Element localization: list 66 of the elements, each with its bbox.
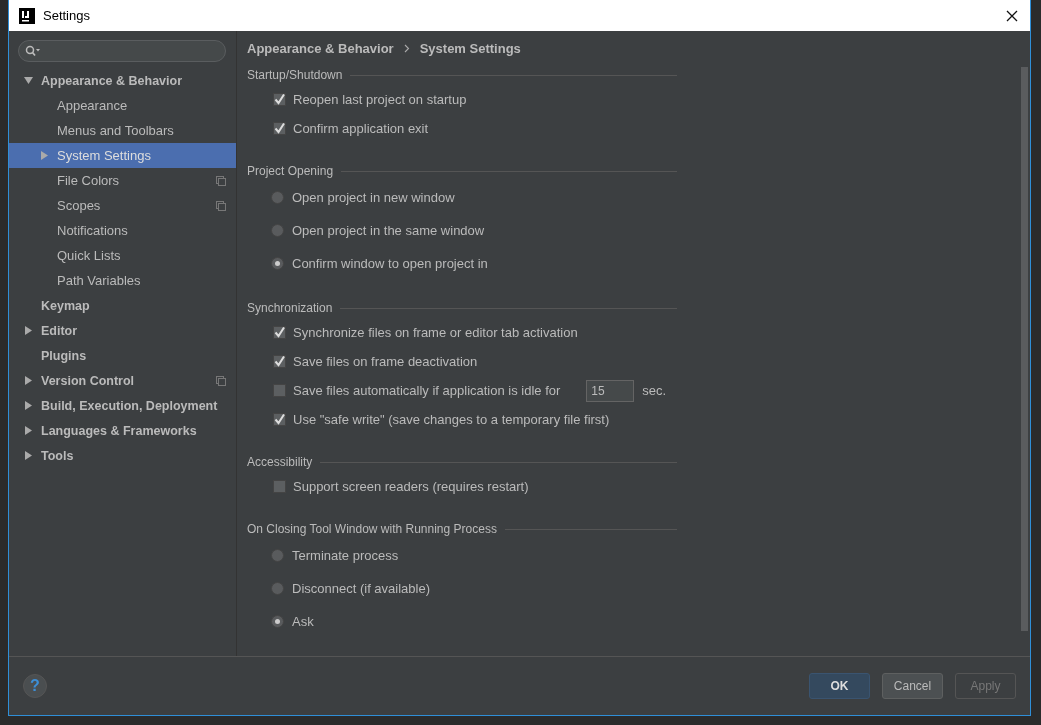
collapsed-arrow-icon[interactable] [24, 401, 33, 410]
tree-item[interactable]: Editor [9, 318, 236, 343]
search-field[interactable] [18, 40, 226, 62]
checkbox-label[interactable]: Support screen readers (requires restart) [293, 479, 529, 494]
section-title: On Closing Tool Window with Running Process [247, 522, 497, 536]
tree-item[interactable]: File Colors [9, 168, 236, 193]
tree-item[interactable]: Notifications [9, 218, 236, 243]
checkbox[interactable] [273, 122, 286, 135]
collapsed-arrow-icon[interactable] [24, 451, 33, 460]
checkbox[interactable] [273, 93, 286, 106]
checkbox-label[interactable]: Save files on frame deactivation [293, 354, 478, 369]
tree-item[interactable]: Quick Lists [9, 243, 236, 268]
radio-button[interactable] [271, 224, 284, 237]
collapsed-arrow-icon[interactable] [24, 376, 33, 385]
checkbox-label[interactable]: Use "safe write" (save changes to a temporary file first) [293, 412, 610, 427]
dialog-button[interactable]: Cancel [882, 673, 943, 699]
collapsed-arrow-icon[interactable] [24, 326, 33, 335]
tree-item[interactable]: Keymap [9, 293, 236, 318]
breadcrumb-item: Appearance & Behavior [247, 40, 394, 56]
seconds-input-field[interactable]: 15 [586, 379, 635, 402]
checkbox-label[interactable]: Confirm application exit [293, 121, 429, 136]
window-title: Settings [43, 8, 90, 23]
scrollbar[interactable] [1021, 67, 1028, 631]
tree-item[interactable]: System Settings [9, 143, 236, 168]
tree-item[interactable]: Version Control [9, 368, 236, 393]
section-title: Startup/Shutdown [247, 68, 343, 82]
radio-label[interactable]: Open project in new window [292, 190, 455, 205]
checkbox-label[interactable]: Save files automatically if application is idle for [293, 383, 561, 398]
expanded-arrow-icon[interactable] [24, 76, 33, 85]
tree-item[interactable]: Build, Execution, Deployment [9, 393, 236, 418]
section-title: Synchronization [247, 301, 333, 315]
search-icon [25, 45, 41, 57]
checkbox-label[interactable]: Synchronize files on frame or editor tab activation [293, 325, 578, 340]
tree-item[interactable]: Languages & Frameworks [9, 418, 236, 443]
close-icon[interactable] [1006, 9, 1018, 22]
tree-item[interactable]: Appearance [9, 93, 236, 118]
collapsed-arrow-icon[interactable] [24, 426, 33, 435]
ok-button[interactable]: OK [809, 673, 870, 699]
radio-label[interactable]: Open project in the same window [292, 223, 485, 238]
tree-item[interactable]: Scopes [9, 193, 236, 218]
radio-label[interactable]: Ask [292, 614, 314, 629]
unit-label: sec. [642, 383, 667, 398]
radio-label[interactable]: Terminate process [292, 548, 399, 563]
app-logo-icon [19, 7, 35, 24]
breadcrumb-item: System Settings [419, 40, 521, 56]
section-title: Accessibility [247, 455, 313, 469]
radio-button[interactable] [271, 191, 284, 204]
radio-label[interactable]: Disconnect (if available) [292, 581, 430, 596]
radio-label[interactable]: Confirm window to open project in [292, 256, 488, 271]
radio-button[interactable] [271, 257, 284, 270]
checkbox[interactable] [273, 413, 286, 426]
radio-button[interactable] [271, 549, 284, 562]
checkbox[interactable] [273, 355, 286, 368]
tree-item[interactable]: Menus and Toolbars [9, 118, 236, 143]
checkbox-label[interactable]: Reopen last project on startup [293, 92, 467, 107]
radio-button[interactable] [271, 615, 284, 628]
checkbox[interactable] [273, 384, 286, 397]
checkbox[interactable] [273, 480, 286, 493]
tree-item[interactable]: Tools [9, 443, 236, 468]
radio-button[interactable] [271, 582, 284, 595]
chevron-icon [403, 43, 410, 53]
tree-item[interactable]: Appearance & Behavior [9, 68, 236, 93]
tree-item[interactable]: Path Variables [9, 268, 236, 293]
tree-item[interactable]: Plugins [9, 343, 236, 368]
checkbox[interactable] [273, 326, 286, 339]
section-title: Project Opening [247, 164, 334, 178]
